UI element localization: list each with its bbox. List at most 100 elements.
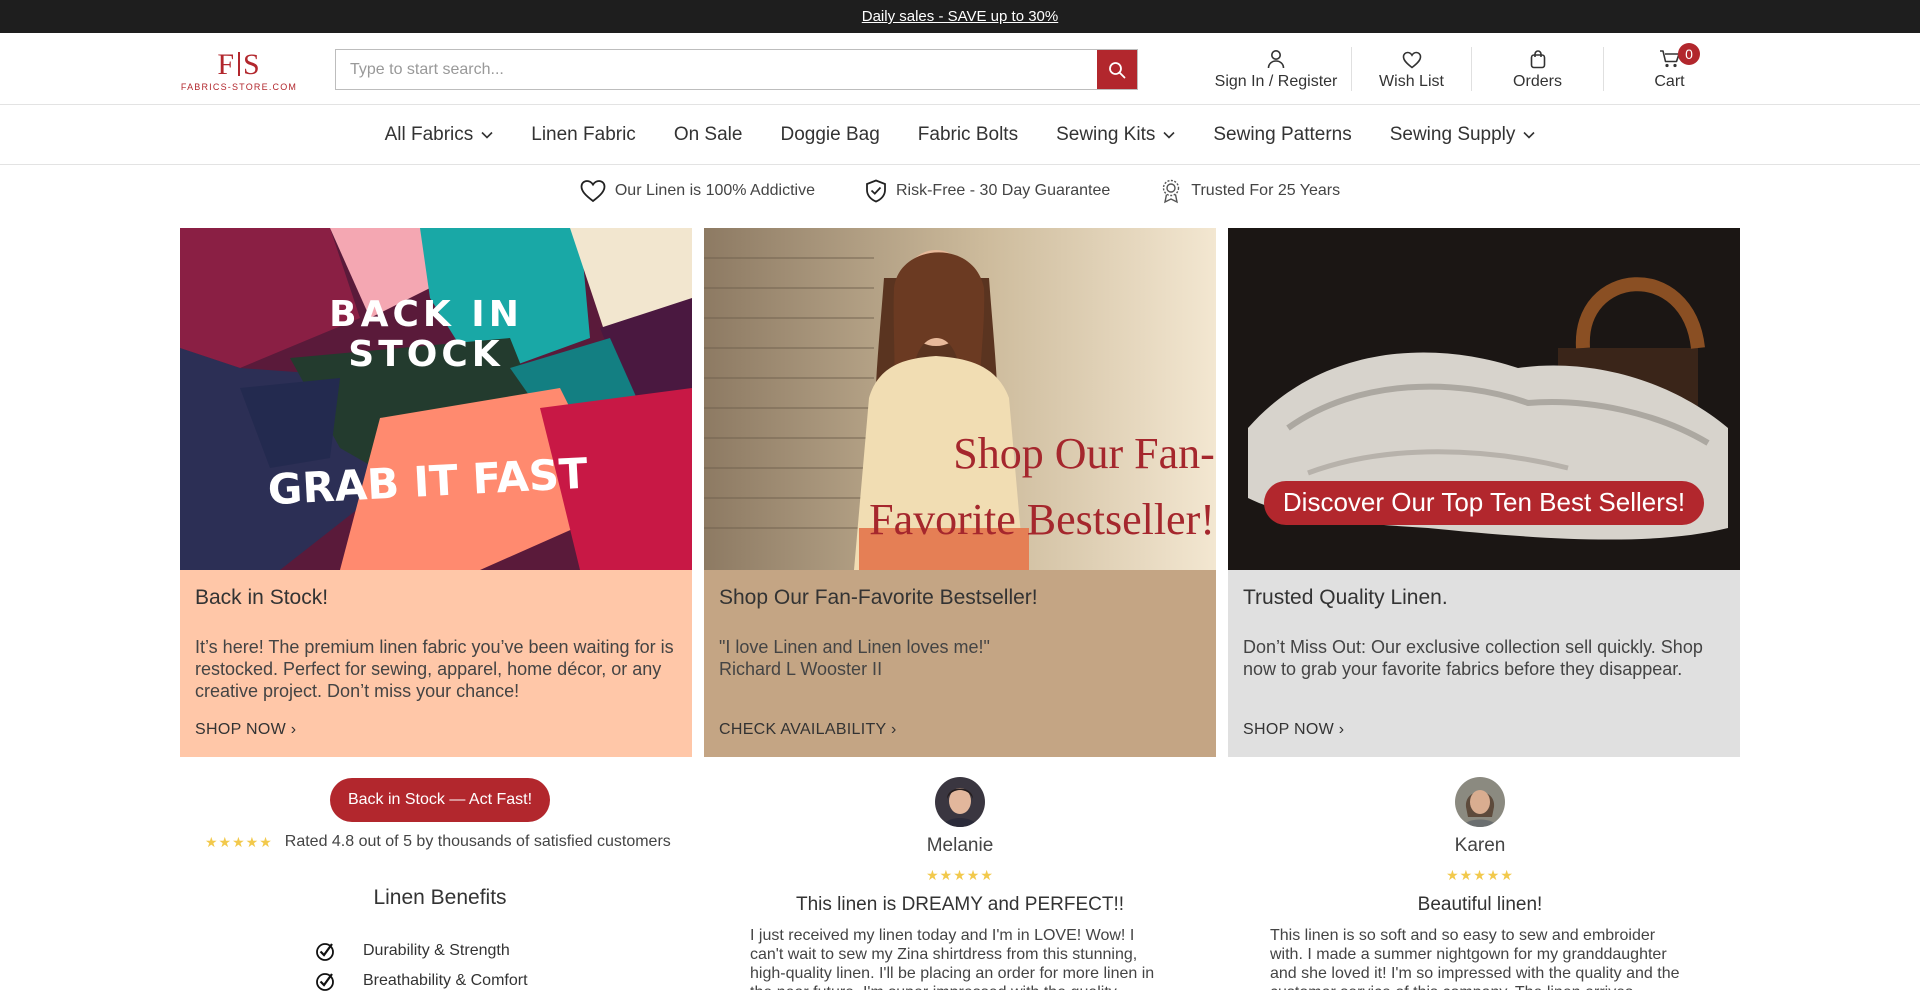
review-text: This linen is so soft and so easy to sew… [1270,927,1680,990]
chevron-down-icon [1163,131,1175,139]
badge-icon [1163,179,1180,204]
nav-label: Sewing Patterns [1213,123,1352,145]
review-card: Karen ★★★★★ Beautiful linen! This linen … [1270,777,1690,990]
card-text: Don’t Miss Out: Our exclusive collection… [1243,637,1703,679]
image-headline-1: BACK IN [329,294,523,335]
trust-guarantee: Risk-Free - 30 Day Guarantee [865,179,1110,203]
logo-letter-s: S [243,48,261,81]
review-stars: ★★★★★ [1446,867,1514,883]
orders-link[interactable]: Orders [1471,47,1603,91]
logo-text: FABRICS-STORE.COM [180,82,298,92]
rating-stars: ★★★★★ [205,833,273,850]
trust-label: Risk-Free - 30 Day Guarantee [895,182,1111,199]
cart-label: Cart [1654,73,1685,90]
heart-icon [580,180,606,203]
reviewer-name: Karen [1454,835,1506,856]
rating-text: Rated 4.8 out of 5 by thousands of satis… [284,833,671,850]
model-photo: Shop Our Fan- Favorite Bestseller! [704,228,1216,570]
bag-icon [1530,50,1545,69]
nav-label: All Fabrics [384,123,474,145]
review-title: Beautiful linen! [1417,894,1543,915]
card-title: Shop Our Fan-Favorite Bestseller! [719,586,1038,609]
card-quote-author: Richard L Wooster II [719,659,883,679]
heart-icon [1402,51,1421,69]
shield-check-icon [866,179,886,203]
trust-label: Our Linen is 100% Addictive [614,182,815,199]
nav-fabric-bolts[interactable]: Fabric Bolts [918,124,1018,146]
card-body: Shop Our Fan-Favorite Bestseller! "I lov… [704,570,1216,757]
image-headline-2: Favorite Bestseller! [869,495,1215,544]
wishlist-link[interactable]: Wish List [1351,47,1471,91]
review-title: This linen is DREAMY and PERFECT!! [795,894,1125,915]
best-sellers-image[interactable]: Discover Our Top Ten Best Sellers! [1228,228,1740,570]
nav-linen-fabric[interactable]: Linen Fabric [531,124,636,146]
nav-label: On Sale [673,123,743,145]
signin-label: Sign In / Register [1214,73,1338,90]
search-bar [335,49,1138,90]
shop-now-link[interactable]: SHOP NOW › [1243,721,1344,739]
reviewer-name: Melanie [926,835,994,856]
user-icon [1267,50,1285,69]
nav-sewing-patterns[interactable]: Sewing Patterns [1213,124,1351,146]
nav-label: Sewing Kits [1056,123,1156,145]
logo-mark: FS [179,50,299,80]
benefit-label: Durability & Strength [363,942,510,959]
daily-sales-link[interactable]: Daily sales - SAVE up to 30% [862,8,1058,25]
card-back-in-stock[interactable]: BACK IN STOCK GRAB IT FAST Back in Stock… [180,228,692,757]
header-actions: Sign In / Register Wish List Orders 0 Ca… [1201,43,1735,91]
card-title: Back in Stock! [195,586,329,609]
chevron-down-icon [481,131,493,139]
logo[interactable]: FS FABRICS-STORE.COM [179,50,299,93]
wishlist-label: Wish List [1379,73,1444,90]
check-circle-icon [316,943,334,961]
review-text: I just received my linen today and I'm i… [750,927,1155,990]
nav-label: Sewing Supply [1389,123,1516,145]
fabric-collage: BACK IN STOCK GRAB IT FAST [180,228,692,570]
benefits-title: Linen Benefits [373,886,507,909]
trust-years: Trusted For 25 Years [1160,178,1340,204]
card-trusted-quality[interactable]: Discover Our Top Ten Best Sellers! Trust… [1228,228,1740,757]
site-header: FS FABRICS-STORE.COM Sign In / Register … [0,33,1920,105]
search-icon [1109,61,1126,78]
signin-register-link[interactable]: Sign In / Register [1201,47,1351,91]
chevron-down-icon [1523,131,1535,139]
trust-label: Trusted For 25 Years [1191,182,1341,199]
nav-all-fabrics[interactable]: All Fabrics [385,124,494,146]
nav-label: Fabric Bolts [917,123,1019,145]
review-card: Melanie ★★★★★ This linen is DREAMY and P… [750,777,1170,990]
card-fan-favorite[interactable]: Shop Our Fan- Favorite Bestseller! Shop … [704,228,1216,757]
nav-sewing-kits[interactable]: Sewing Kits [1056,124,1175,146]
nav-label: Linen Fabric [531,123,636,145]
check-circle-icon [316,973,334,991]
search-button[interactable] [1097,50,1137,89]
trust-strip: Our Linen is 100% Addictive Risk-Free - … [0,165,1920,217]
review-stars: ★★★★★ [926,867,994,883]
fan-favorite-image[interactable]: Shop Our Fan- Favorite Bestseller! [704,228,1216,570]
nav-on-sale[interactable]: On Sale [674,124,743,146]
image-pill-text: Discover Our Top Ten Best Sellers! [1283,487,1685,517]
avatar [935,777,985,827]
card-body: Trusted Quality Linen. Don’t Miss Out: O… [1228,570,1740,757]
nav-doggie-bag[interactable]: Doggie Bag [780,124,879,146]
logo-letter-f: F [217,48,235,81]
shop-now-link[interactable]: SHOP NOW › [195,721,296,739]
benefit-label: Breathability & Comfort [363,972,528,989]
nav-sewing-supply[interactable]: Sewing Supply [1390,124,1536,146]
back-in-stock-button[interactable]: Back in Stock — Act Fast! [330,778,550,822]
avatar [1455,777,1505,827]
card-quote: "I love Linen and Linen loves me!" [719,637,990,657]
announcement-bar: Daily sales - SAVE up to 30% [0,0,1920,33]
check-availability-link[interactable]: CHECK AVAILABILITY › [719,721,897,739]
orders-label: Orders [1513,73,1562,90]
search-input[interactable] [336,50,1097,89]
image-headline-2: STOCK [348,334,503,375]
image-headline-1: Shop Our Fan- [953,429,1215,478]
back-in-stock-image[interactable]: BACK IN STOCK GRAB IT FAST [180,228,692,570]
nav-label: Doggie Bag [780,123,880,145]
benefit-item: Durability & Strength [315,941,510,961]
trust-addictive: Our Linen is 100% Addictive [580,179,815,203]
overall-rating: ★★★★★ Rated 4.8 out of 5 by thousands of… [205,833,671,851]
linen-iron-photo: Discover Our Top Ten Best Sellers! [1228,228,1740,570]
cart-link[interactable]: 0 Cart [1603,43,1735,91]
card-title: Trusted Quality Linen. [1243,586,1448,609]
